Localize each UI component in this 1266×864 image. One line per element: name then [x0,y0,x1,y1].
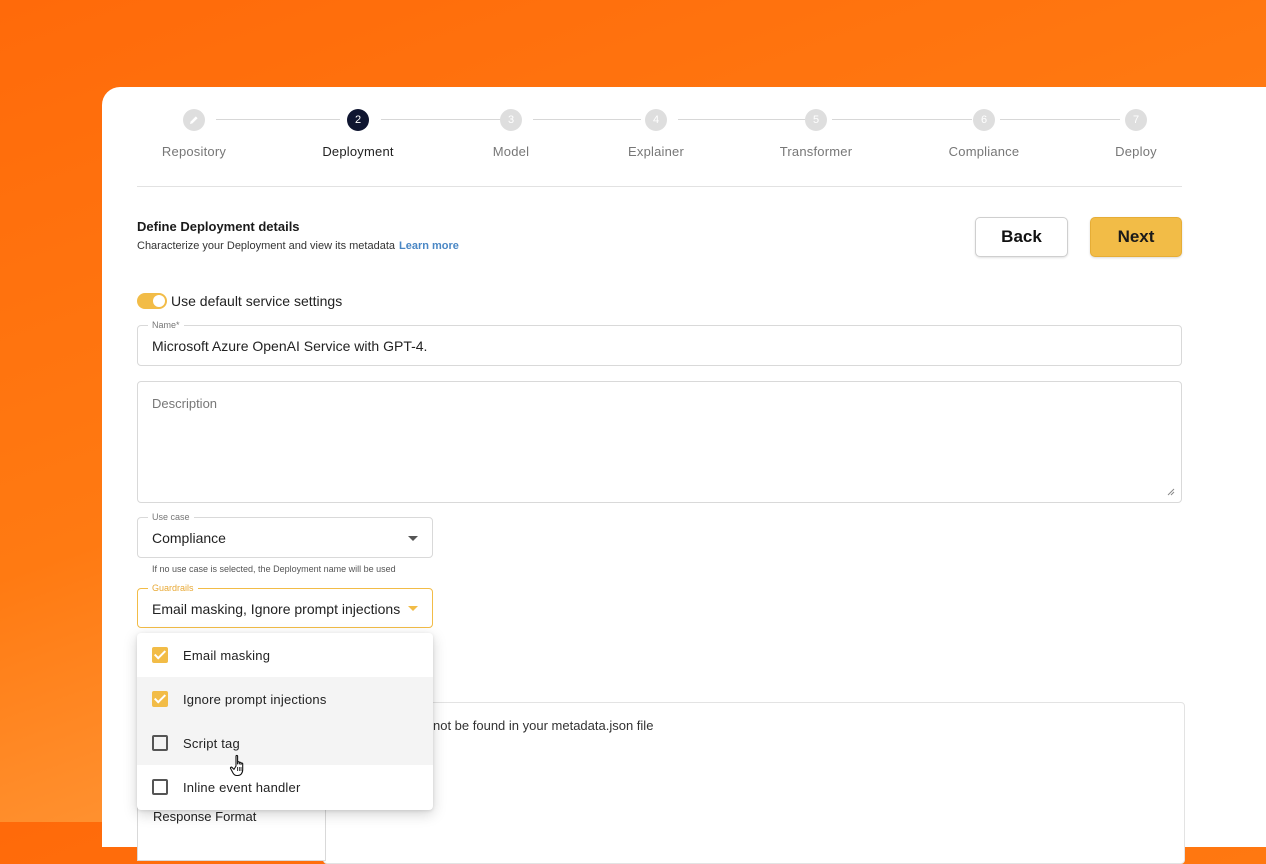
wizard-card: Repository 2 Deployment 3 Model 4 Explai… [102,87,1266,864]
guardrails-select[interactable]: Guardrails Email masking, Ignore prompt … [137,582,433,628]
option-label: Script tag [183,735,240,751]
chevron-down-icon [408,536,418,541]
option-label: Inline event handler [183,779,301,795]
checkbox-unchecked[interactable] [152,735,168,751]
step-number: 3 [500,109,522,131]
hand-cursor-icon [229,754,244,777]
next-button[interactable]: Next [1090,217,1182,257]
step-label: Deployment [322,144,394,159]
guardrails-value: Email masking, Ignore prompt injections [152,601,401,617]
step-compliance[interactable]: 6 Compliance [904,109,1064,159]
step-label: Model [492,144,530,159]
page-title: Define Deployment details [137,219,300,234]
use-case-select[interactable]: Use case Compliance [137,511,433,558]
step-number: 5 [805,109,827,131]
checkbox-checked[interactable] [152,691,168,707]
divider [137,186,1182,187]
back-button[interactable]: Back [975,217,1068,257]
stepper: Repository 2 Deployment 3 Model 4 Explai… [137,109,1182,169]
option-script-tag[interactable]: Script tag [137,721,433,765]
step-deploy[interactable]: 7 Deploy [1056,109,1216,159]
step-number: 2 [347,109,369,131]
description-field[interactable]: Description [137,381,1182,503]
use-case-value: Compliance [152,530,226,546]
step-transformer[interactable]: 5 Transformer [736,109,896,159]
checkbox-unchecked[interactable] [152,779,168,795]
description-placeholder: Description [152,396,218,411]
metadata-notice: not be found in your metadata.json file [433,718,654,733]
option-label: Ignore prompt injections [183,691,327,707]
step-explainer[interactable]: 4 Explainer [576,109,736,159]
default-settings-toggle[interactable] [137,293,167,309]
use-case-legend: Use case [148,511,194,523]
subtitle-text: Characterize your Deployment and view it… [137,240,396,252]
step-model[interactable]: 3 Model [431,109,591,159]
use-case-helper: If no use case is selected, the Deployme… [152,564,396,574]
name-legend: Name* [148,319,184,331]
default-settings-toggle-row: Use default service settings [137,293,342,309]
option-inline-event-handler[interactable]: Inline event handler [137,765,433,809]
step-done-circle [183,109,205,131]
pencil-icon [190,116,198,124]
step-label: Explainer [628,144,684,159]
chevron-down-icon [408,606,418,611]
step-deployment[interactable]: 2 Deployment [278,109,438,159]
checkbox-checked[interactable] [152,647,168,663]
step-label: Compliance [948,144,1020,159]
guardrails-legend: Guardrails [148,582,198,594]
step-number: 4 [645,109,667,131]
resize-handle-icon[interactable] [1167,488,1175,496]
step-repository[interactable]: Repository [114,109,274,159]
guardrails-dropdown-menu: Email masking Ignore prompt injections S… [137,633,433,810]
name-field[interactable]: Name* Microsoft Azure OpenAI Service wit… [137,319,1182,366]
toggle-label: Use default service settings [171,293,343,309]
step-label: Repository [161,144,227,159]
step-label: Deploy [1115,144,1157,159]
step-label: Transformer [779,144,853,159]
option-email-masking[interactable]: Email masking [137,633,433,677]
step-number: 6 [973,109,995,131]
page-subtitle: Characterize your Deployment and view it… [137,240,459,252]
name-value: Microsoft Azure OpenAI Service with GPT-… [152,338,428,354]
step-number: 7 [1125,109,1147,131]
option-label: Email masking [183,647,271,663]
option-ignore-prompt-injections[interactable]: Ignore prompt injections [137,677,433,721]
learn-more-link[interactable]: Learn more [399,240,459,252]
